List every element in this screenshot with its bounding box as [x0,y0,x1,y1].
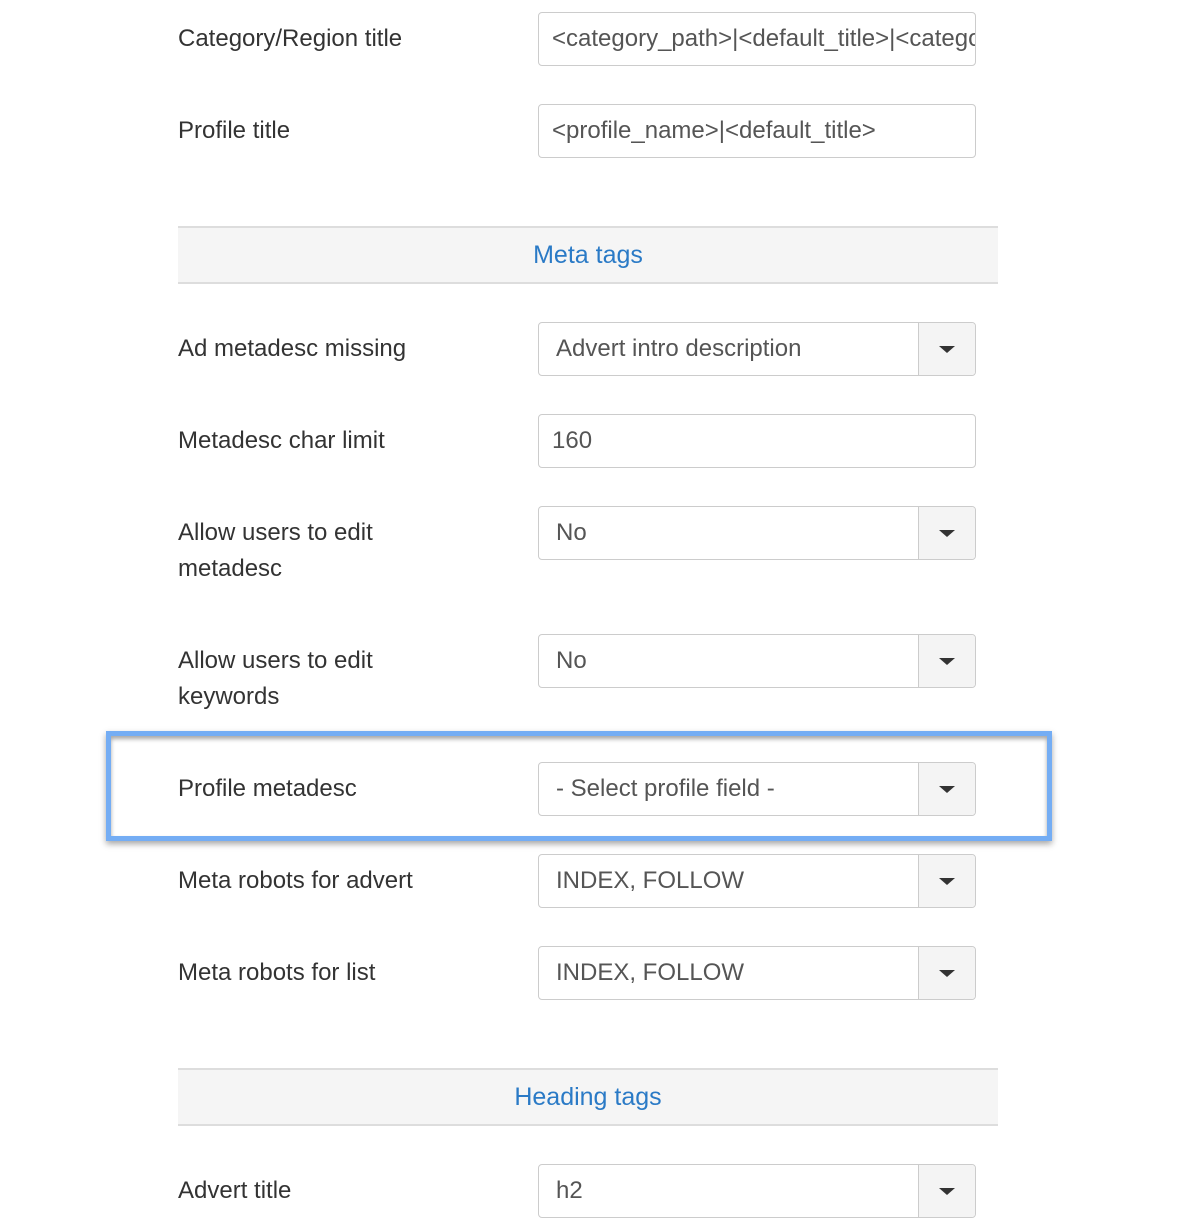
meta-robots-advert-dropdown-button[interactable] [918,855,975,907]
meta-robots-advert-select[interactable]: INDEX, FOLLOW [538,854,976,908]
caret-down-icon [939,970,955,977]
profile-title-value: <profile_name>|<default_title> [552,117,876,144]
allow-edit-keywords-label-line1: Allow users to edit [178,647,373,674]
allow-edit-keywords-label: Allow users to edit keywords [178,643,498,715]
allow-edit-metadesc-label: Allow users to edit metadesc [178,515,498,587]
metadesc-char-limit-value: 160 [552,427,593,454]
category-region-title-value: <category_path>|<default_title>|<categor… [552,25,975,52]
section-header-meta-tags: Meta tags [178,226,998,284]
allow-edit-keywords-select[interactable]: No [538,634,976,688]
meta-robots-list-label: Meta robots for list [178,959,376,986]
ad-metadesc-missing-value: Advert intro description [556,335,802,362]
allow-edit-metadesc-label-line2: metadesc [178,555,283,582]
advert-title-dropdown-button[interactable] [918,1165,975,1217]
metadesc-char-limit-input[interactable]: 160 [538,414,976,468]
caret-down-icon [939,530,955,537]
ad-metadesc-missing-label: Ad metadesc missing [178,335,407,362]
profile-title-input[interactable]: <profile_name>|<default_title> [538,104,976,158]
caret-down-icon [939,658,955,665]
section-header-heading-tags: Heading tags [178,1068,998,1126]
meta-robots-list-dropdown-button[interactable] [918,947,975,999]
allow-edit-metadesc-select[interactable]: No [538,506,976,560]
meta-robots-list-select[interactable]: INDEX, FOLLOW [538,946,976,1000]
profile-metadesc-select[interactable]: - Select profile field - [538,762,976,816]
profile-metadesc-label: Profile metadesc [178,775,357,802]
profile-title-label: Profile title [178,117,291,144]
category-region-title-input[interactable]: <category_path>|<default_title>|<categor… [538,12,976,66]
caret-down-icon [939,878,955,885]
ad-metadesc-missing-dropdown-button[interactable] [918,323,975,375]
allow-edit-metadesc-label-line1: Allow users to edit [178,519,373,546]
advert-title-select[interactable]: h2 [538,1164,976,1218]
caret-down-icon [939,786,955,793]
ad-metadesc-missing-select[interactable]: Advert intro description [538,322,976,376]
profile-metadesc-dropdown-button[interactable] [918,763,975,815]
allow-edit-metadesc-value: No [556,519,587,546]
category-region-title-label: Category/Region title [178,25,403,52]
allow-edit-metadesc-dropdown-button[interactable] [918,507,975,559]
meta-robots-advert-label: Meta robots for advert [178,867,413,894]
allow-edit-keywords-value: No [556,647,587,674]
profile-metadesc-value: - Select profile field - [556,775,775,802]
caret-down-icon [939,1188,955,1195]
advert-title-label: Advert title [178,1177,292,1204]
allow-edit-keywords-dropdown-button[interactable] [918,635,975,687]
meta-robots-list-value: INDEX, FOLLOW [556,959,745,986]
metadesc-char-limit-label: Metadesc char limit [178,427,385,454]
allow-edit-keywords-label-line2: keywords [178,683,280,710]
meta-robots-advert-value: INDEX, FOLLOW [556,867,745,894]
advert-title-value: h2 [556,1177,583,1204]
caret-down-icon [939,346,955,353]
